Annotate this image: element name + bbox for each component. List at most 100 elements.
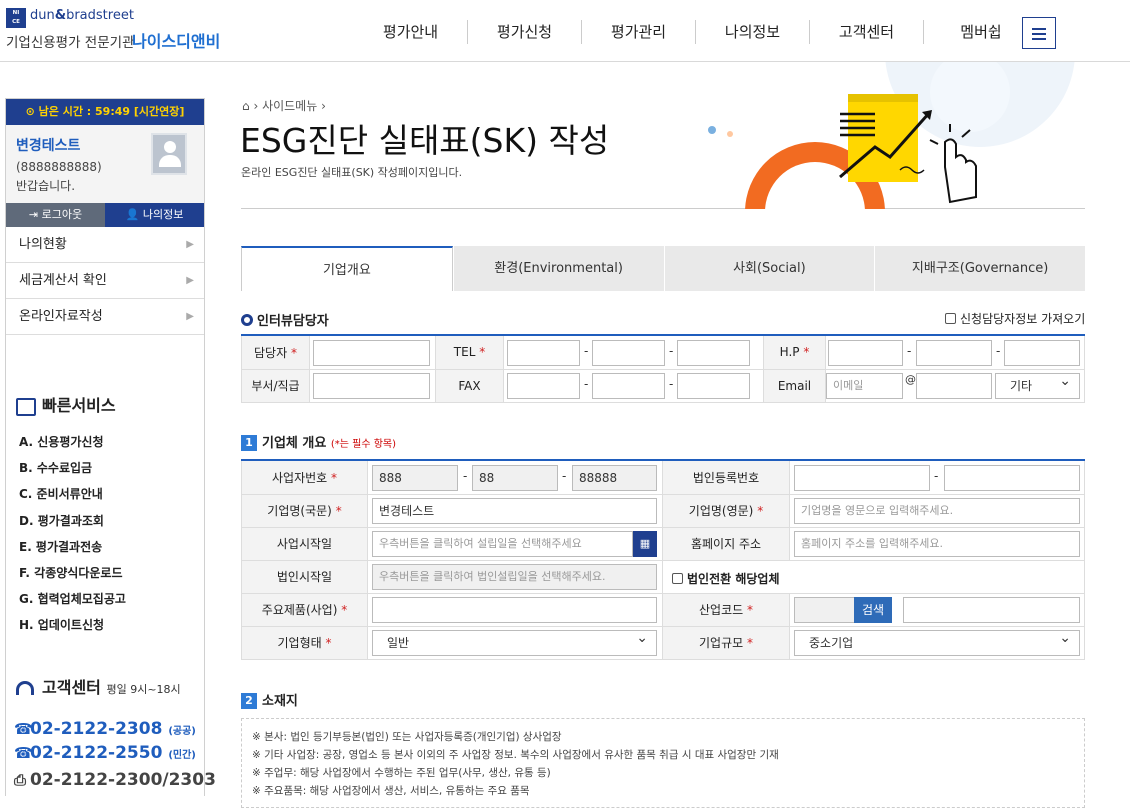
nav-customer-center[interactable]: 고객센터 — [810, 20, 924, 44]
quick-link[interactable]: F. 각종양식다운로드 — [19, 560, 126, 586]
auth-buttons: ⇥ 로그아웃 👤 나의정보 — [6, 203, 204, 227]
label-type: 기업형태 * — [241, 625, 368, 660]
customer-center-heading: 고객센터 평일 9시~18시 — [14, 677, 181, 701]
note-line: ※ 주요품목: 해당 사업장에서 생산, 서비스, 유통하는 주요 품목 — [252, 785, 530, 797]
quick-link[interactable]: H. 업데이트신청 — [19, 612, 126, 638]
corpno-input-2[interactable] — [944, 465, 1080, 491]
tel-input-2[interactable] — [592, 340, 665, 366]
quick-link[interactable]: B. 수수료입금 — [19, 455, 126, 481]
hp-input-3[interactable] — [1004, 340, 1080, 366]
industry-code-input[interactable] — [903, 597, 1080, 623]
headset-icon — [16, 681, 34, 695]
esg-tabs: 기업개요 환경(Environmental) 사회(Social) 지배구조(G… — [241, 246, 1085, 291]
nav-evaluation-apply[interactable]: 평가신청 — [468, 20, 582, 44]
user-name: 변경테스트 — [16, 138, 81, 154]
label-scale: 기업규모 * — [662, 625, 790, 660]
fax-input-2[interactable] — [592, 373, 665, 399]
checkbox-icon — [672, 573, 683, 584]
home-icon[interactable]: ⌂ — [242, 99, 250, 113]
greeting: 반갑습니다. — [16, 179, 76, 193]
bizno-input-3[interactable]: 88888 — [572, 465, 657, 491]
corp-start-date-input[interactable]: 우측버튼을 클릭하여 법인설립일을 선택해주세요. — [372, 564, 657, 590]
bizno-input-2[interactable]: 88 — [472, 465, 558, 491]
side-menu-status[interactable]: 나의현황 ▶ — [6, 227, 204, 263]
hp-input-2[interactable] — [916, 340, 992, 366]
tel-input-1[interactable] — [507, 340, 580, 366]
logo-brandname: 나이스디앤비 — [132, 32, 221, 51]
manager-input[interactable] — [313, 340, 430, 366]
nav-evaluation-guide[interactable]: 평가안내 — [354, 20, 468, 44]
label-fax: FAX — [435, 368, 504, 403]
calendar-icon[interactable]: ▦ — [633, 531, 657, 557]
quick-link[interactable]: D. 평가결과조회 — [19, 508, 126, 534]
logout-button[interactable]: ⇥ 로그아웃 — [6, 203, 105, 227]
tab-environmental[interactable]: 환경(Environmental) — [452, 246, 664, 291]
fetch-applicant-checkbox[interactable]: 신청담당자정보 가져오기 — [945, 310, 1085, 327]
quick-link[interactable]: C. 준비서류안내 — [19, 481, 126, 507]
side-menu-tax-invoice[interactable]: 세금계산서 확인 ▶ — [6, 263, 204, 299]
nav-membership[interactable]: 멤버쉽 — [924, 20, 1038, 44]
label-manager: 담당자 * — [241, 336, 310, 370]
quick-link[interactable]: E. 평가결과전송 — [19, 534, 126, 560]
corp-conversion-checkbox[interactable]: 법인전환 해당업체 — [672, 570, 780, 587]
chevron-right-icon: ▶ — [186, 311, 194, 322]
dept-input[interactable] — [313, 373, 430, 399]
quick-service-heading: 빠른서비스 — [14, 395, 116, 417]
label-hp: H.P * — [763, 336, 826, 370]
fax-input-3[interactable] — [677, 373, 750, 399]
bullet-icon — [241, 314, 253, 326]
hamburger-menu-icon[interactable] — [1022, 17, 1056, 49]
label-corp-start: 법인시작일 — [241, 559, 368, 594]
tab-governance[interactable]: 지배구조(Governance) — [874, 246, 1085, 291]
logo-tagline: 기업신용평가 전문기관 — [6, 35, 135, 51]
company-type-select[interactable]: 일반 — [372, 630, 657, 656]
biz-start-date-input[interactable]: 우측버튼을 클릭하여 설립일을 선택해주세요 — [372, 531, 633, 557]
location-heading: 2 소재지 — [241, 690, 298, 709]
my-info-button[interactable]: 👤 나의정보 — [105, 203, 204, 227]
quick-service-list: A. 신용평가신청 B. 수수료입금 C. 준비서류안내 D. 평가결과조회 E… — [19, 429, 126, 639]
label-industry: 산업코드 * — [662, 592, 790, 627]
homepage-input[interactable]: 홈페이지 주소를 입력해주세요. — [794, 531, 1080, 557]
label-name-en: 기업명(영문) * — [662, 493, 790, 528]
nav-evaluation-manage[interactable]: 평가관리 — [582, 20, 696, 44]
industry-search-button[interactable]: 검색 — [854, 597, 892, 623]
label-corpno: 법인등록번호 — [662, 461, 790, 495]
label-name-kr: 기업명(국문) * — [241, 493, 368, 528]
top-header: NI CE dun&bradstreet 기업신용평가 전문기관 나이스디앤비 평… — [0, 0, 1130, 62]
company-scale-select[interactable]: 중소기업 — [794, 630, 1080, 656]
tab-company-overview[interactable]: 기업개요 — [241, 246, 453, 291]
company-name-en-input[interactable]: 기업명을 영문으로 입력해주세요. — [794, 498, 1080, 524]
company-name-kr-input[interactable]: 변경테스트 — [372, 498, 657, 524]
label-homepage: 홈페이지 주소 — [662, 526, 790, 561]
breadcrumb: ⌂ › 사이드메뉴 › — [242, 99, 326, 113]
bizno-input-1[interactable]: 888 — [372, 465, 458, 491]
nav-my-info[interactable]: 나의정보 — [696, 20, 810, 44]
label-bizno: 사업자번호 * — [241, 461, 368, 495]
dnb-wordmark: dun&bradstreet — [30, 8, 134, 23]
side-menu-online-form[interactable]: 온라인자료작성 ▶ — [6, 299, 204, 335]
main-products-input[interactable] — [372, 597, 657, 623]
label-tel: TEL * — [435, 336, 504, 370]
global-nav: 평가안내 평가신청 평가관리 나의정보 고객센터 멤버쉽 — [354, 20, 1038, 44]
chevron-right-icon: ▶ — [186, 239, 194, 250]
phone-public: ☎02-2122-2308 (공공) — [14, 719, 196, 739]
fax-input-1[interactable] — [507, 373, 580, 399]
phone-private: ☎02-2122-2550 (민간) — [14, 743, 196, 763]
email-domain-select[interactable]: 기타 — [995, 373, 1080, 399]
quick-link[interactable]: A. 신용평가신청 — [19, 429, 126, 455]
tel-input-3[interactable] — [677, 340, 750, 366]
industry-code-display — [794, 597, 854, 623]
email-domain-input[interactable] — [916, 373, 992, 399]
corpno-input-1[interactable] — [794, 465, 930, 491]
email-id-input[interactable]: 이메일 — [826, 373, 903, 399]
side-menu: 나의현황 ▶ 세금계산서 확인 ▶ 온라인자료작성 ▶ — [6, 227, 204, 335]
tab-social[interactable]: 사회(Social) — [663, 246, 875, 291]
avatar-icon — [151, 133, 187, 175]
checkbox-icon — [945, 313, 956, 324]
quick-link[interactable]: G. 협력업체모집공고 — [19, 586, 126, 612]
user-id: (8888888888) — [16, 160, 102, 174]
fax-icon: ⎙ — [14, 771, 27, 789]
session-timer[interactable]: ⊙ 남은 시간 : 59:49 [시간연장] — [6, 99, 204, 125]
hp-input-1[interactable] — [828, 340, 903, 366]
hero-illustration — [700, 62, 1120, 209]
